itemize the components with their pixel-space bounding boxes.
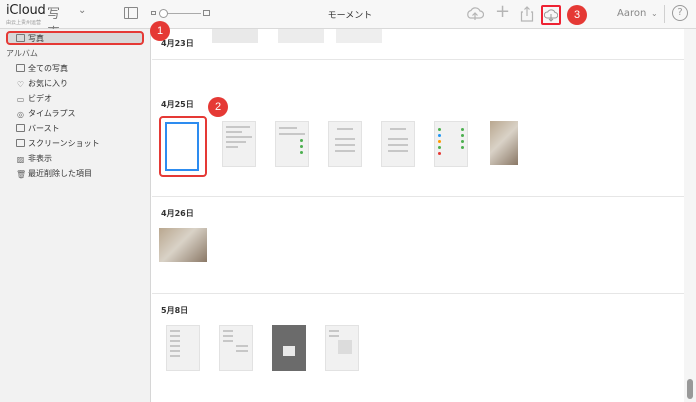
heart-icon: ♡ — [16, 80, 25, 89]
section-divider — [152, 196, 684, 197]
photo-album-icon — [16, 64, 25, 72]
albums-section-title: アルバム — [6, 49, 38, 58]
section-date: 4月25日 — [161, 100, 194, 109]
photo-thumbnail[interactable] — [325, 325, 359, 371]
photo-thumbnail[interactable] — [166, 325, 200, 371]
scrollbar-thumb[interactable] — [687, 379, 693, 399]
sidebar-item-timelapse[interactable]: ◎ タイムラプス — [16, 108, 75, 120]
sidebar-item-photos-label[interactable]: 写真 — [16, 33, 44, 45]
photo-thumbnail-selected[interactable] — [165, 122, 199, 171]
add-icon[interactable]: + — [495, 3, 510, 21]
chevron-down-icon[interactable]: ⌄ — [651, 9, 658, 18]
photo-thumbnail[interactable] — [434, 121, 468, 167]
photo-thumbnail[interactable] — [212, 29, 258, 43]
photo-thumbnail[interactable] — [275, 121, 309, 167]
upload-icon[interactable] — [466, 6, 485, 26]
photo-thumbnail[interactable] — [336, 29, 382, 43]
sidebar-item-favorites[interactable]: ♡ お気に入り — [16, 78, 68, 90]
photo-thumbnail[interactable] — [381, 121, 415, 167]
sidebar-item-all-photos[interactable]: 全ての写真 — [16, 63, 68, 75]
photo-thumbnail[interactable] — [219, 325, 253, 371]
download-icon — [544, 9, 558, 22]
trash-icon: 🗑 — [16, 170, 27, 179]
section-divider — [152, 59, 684, 60]
video-icon: ▭ — [16, 95, 25, 104]
toolbar-divider — [664, 5, 665, 23]
section-date: 4月23日 — [161, 39, 194, 48]
user-menu[interactable]: Aaron — [617, 8, 646, 19]
screenshot-icon — [16, 139, 25, 147]
top-toolbar: iCloud 写真 ⌄ 由云上贵州运营 モーメント + Aaron ⌄ ? — [0, 0, 696, 41]
sidebar-item-burst[interactable]: バースト — [16, 123, 60, 135]
sidebar-item-videos[interactable]: ▭ ビデオ — [16, 93, 52, 105]
zoom-small-icon — [151, 11, 156, 15]
section-divider — [152, 293, 684, 294]
scrollbar-track[interactable] — [684, 29, 696, 402]
step-marker-2: 2 — [208, 97, 228, 117]
sidebar-item-screenshots[interactable]: スクリーンショット — [16, 138, 100, 150]
zoom-knob[interactable] — [159, 9, 168, 18]
burst-icon — [16, 124, 25, 132]
sidebar-toggle-icon[interactable] — [124, 7, 138, 19]
help-icon[interactable]: ? — [672, 5, 688, 21]
section-date: 4月26日 — [161, 209, 194, 218]
step-marker-3: 3 — [567, 5, 587, 25]
share-icon[interactable] — [520, 6, 534, 26]
zoom-large-icon — [203, 10, 210, 16]
download-button[interactable] — [541, 5, 561, 25]
step-marker-1: 1 — [150, 21, 170, 41]
photo-thumbnail[interactable] — [159, 228, 207, 262]
chevron-down-icon: ⌄ — [78, 5, 87, 16]
photo-thumbnail[interactable] — [222, 121, 256, 167]
page-title: モーメント — [327, 11, 373, 21]
sidebar-item-hidden[interactable]: ▨ 非表示 — [16, 153, 52, 165]
photo-thumbnail[interactable] — [272, 325, 306, 371]
hidden-icon: ▨ — [16, 155, 25, 164]
sidebar: 写真 アルバム 全ての写真 ♡ お気に入り ▭ ビデオ ◎ タイムラプス バースト ス… — [0, 29, 151, 402]
photo-thumbnail[interactable] — [328, 121, 362, 167]
brand-subtitle: 由云上贵州运营 — [6, 20, 42, 26]
photo-thumbnail[interactable] — [278, 29, 324, 43]
moments-grid: 4月23日 4月25日 4月26日 5月8日 — [152, 29, 684, 402]
zoom-slider[interactable] — [151, 9, 211, 19]
section-date: 5月8日 — [161, 306, 189, 315]
photos-icon — [16, 34, 25, 42]
sidebar-item-recently-deleted[interactable]: 🗑 最近削除した項目 — [16, 168, 92, 180]
icloud-logo-text: iCloud — [6, 3, 46, 18]
timelapse-icon: ◎ — [17, 110, 24, 119]
photo-thumbnail[interactable] — [490, 121, 518, 165]
